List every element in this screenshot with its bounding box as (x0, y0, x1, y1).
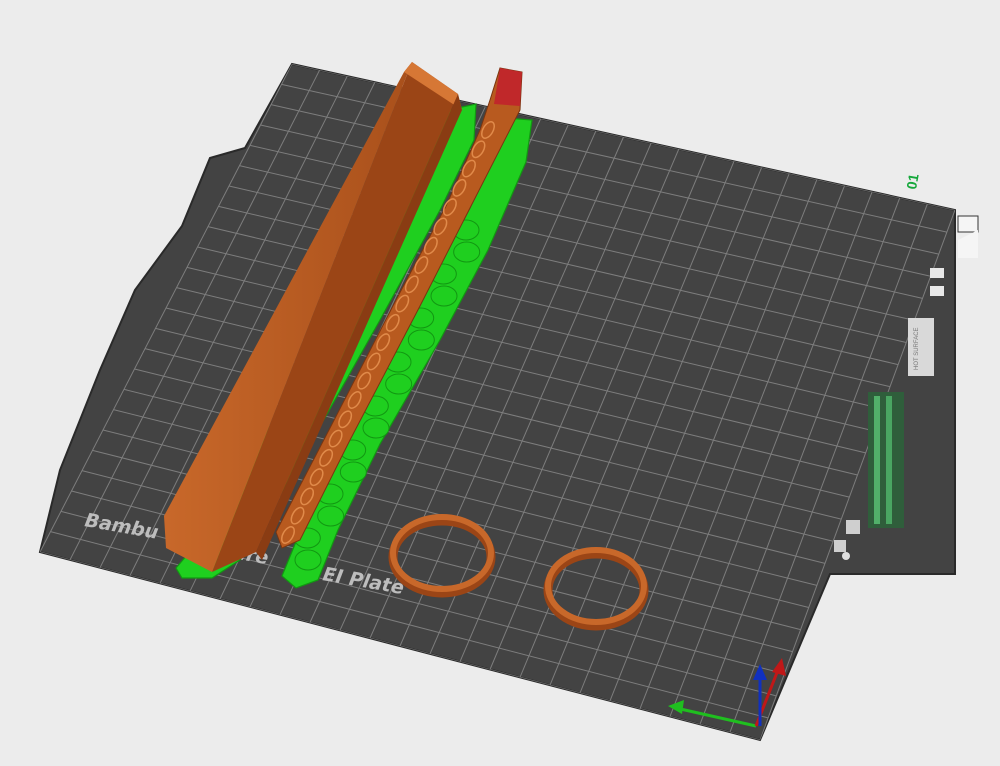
plate-dot (842, 552, 850, 560)
plate-marker-2 (958, 230, 978, 258)
plate-marker-1 (957, 215, 979, 233)
support-blob (339, 461, 367, 483)
hot-surface-panel (908, 318, 934, 376)
plate-icon-a (930, 268, 944, 278)
build-plate-scene[interactable]: Bambu ure EI Plate 01 HOT SURFACE (0, 0, 1000, 766)
support-blob (294, 549, 322, 571)
plate-index-label[interactable]: 01 (903, 172, 921, 190)
support-blob (430, 285, 458, 307)
support-blob (362, 417, 390, 439)
plate-gauge-bar-1 (874, 396, 880, 524)
plate-icon-d (834, 540, 846, 552)
plate-icon-b (930, 286, 944, 296)
support-blob (317, 505, 345, 527)
support-blob (407, 329, 435, 351)
3d-viewport[interactable]: Bambu ure EI Plate 01 HOT SURFACE (0, 0, 1000, 766)
hot-surface-tag: HOT SURFACE (914, 327, 920, 370)
plate-icon-c (846, 520, 860, 534)
support-blob (453, 241, 481, 263)
plate-gauge-bar-2 (886, 396, 892, 524)
support-blob (385, 373, 413, 395)
